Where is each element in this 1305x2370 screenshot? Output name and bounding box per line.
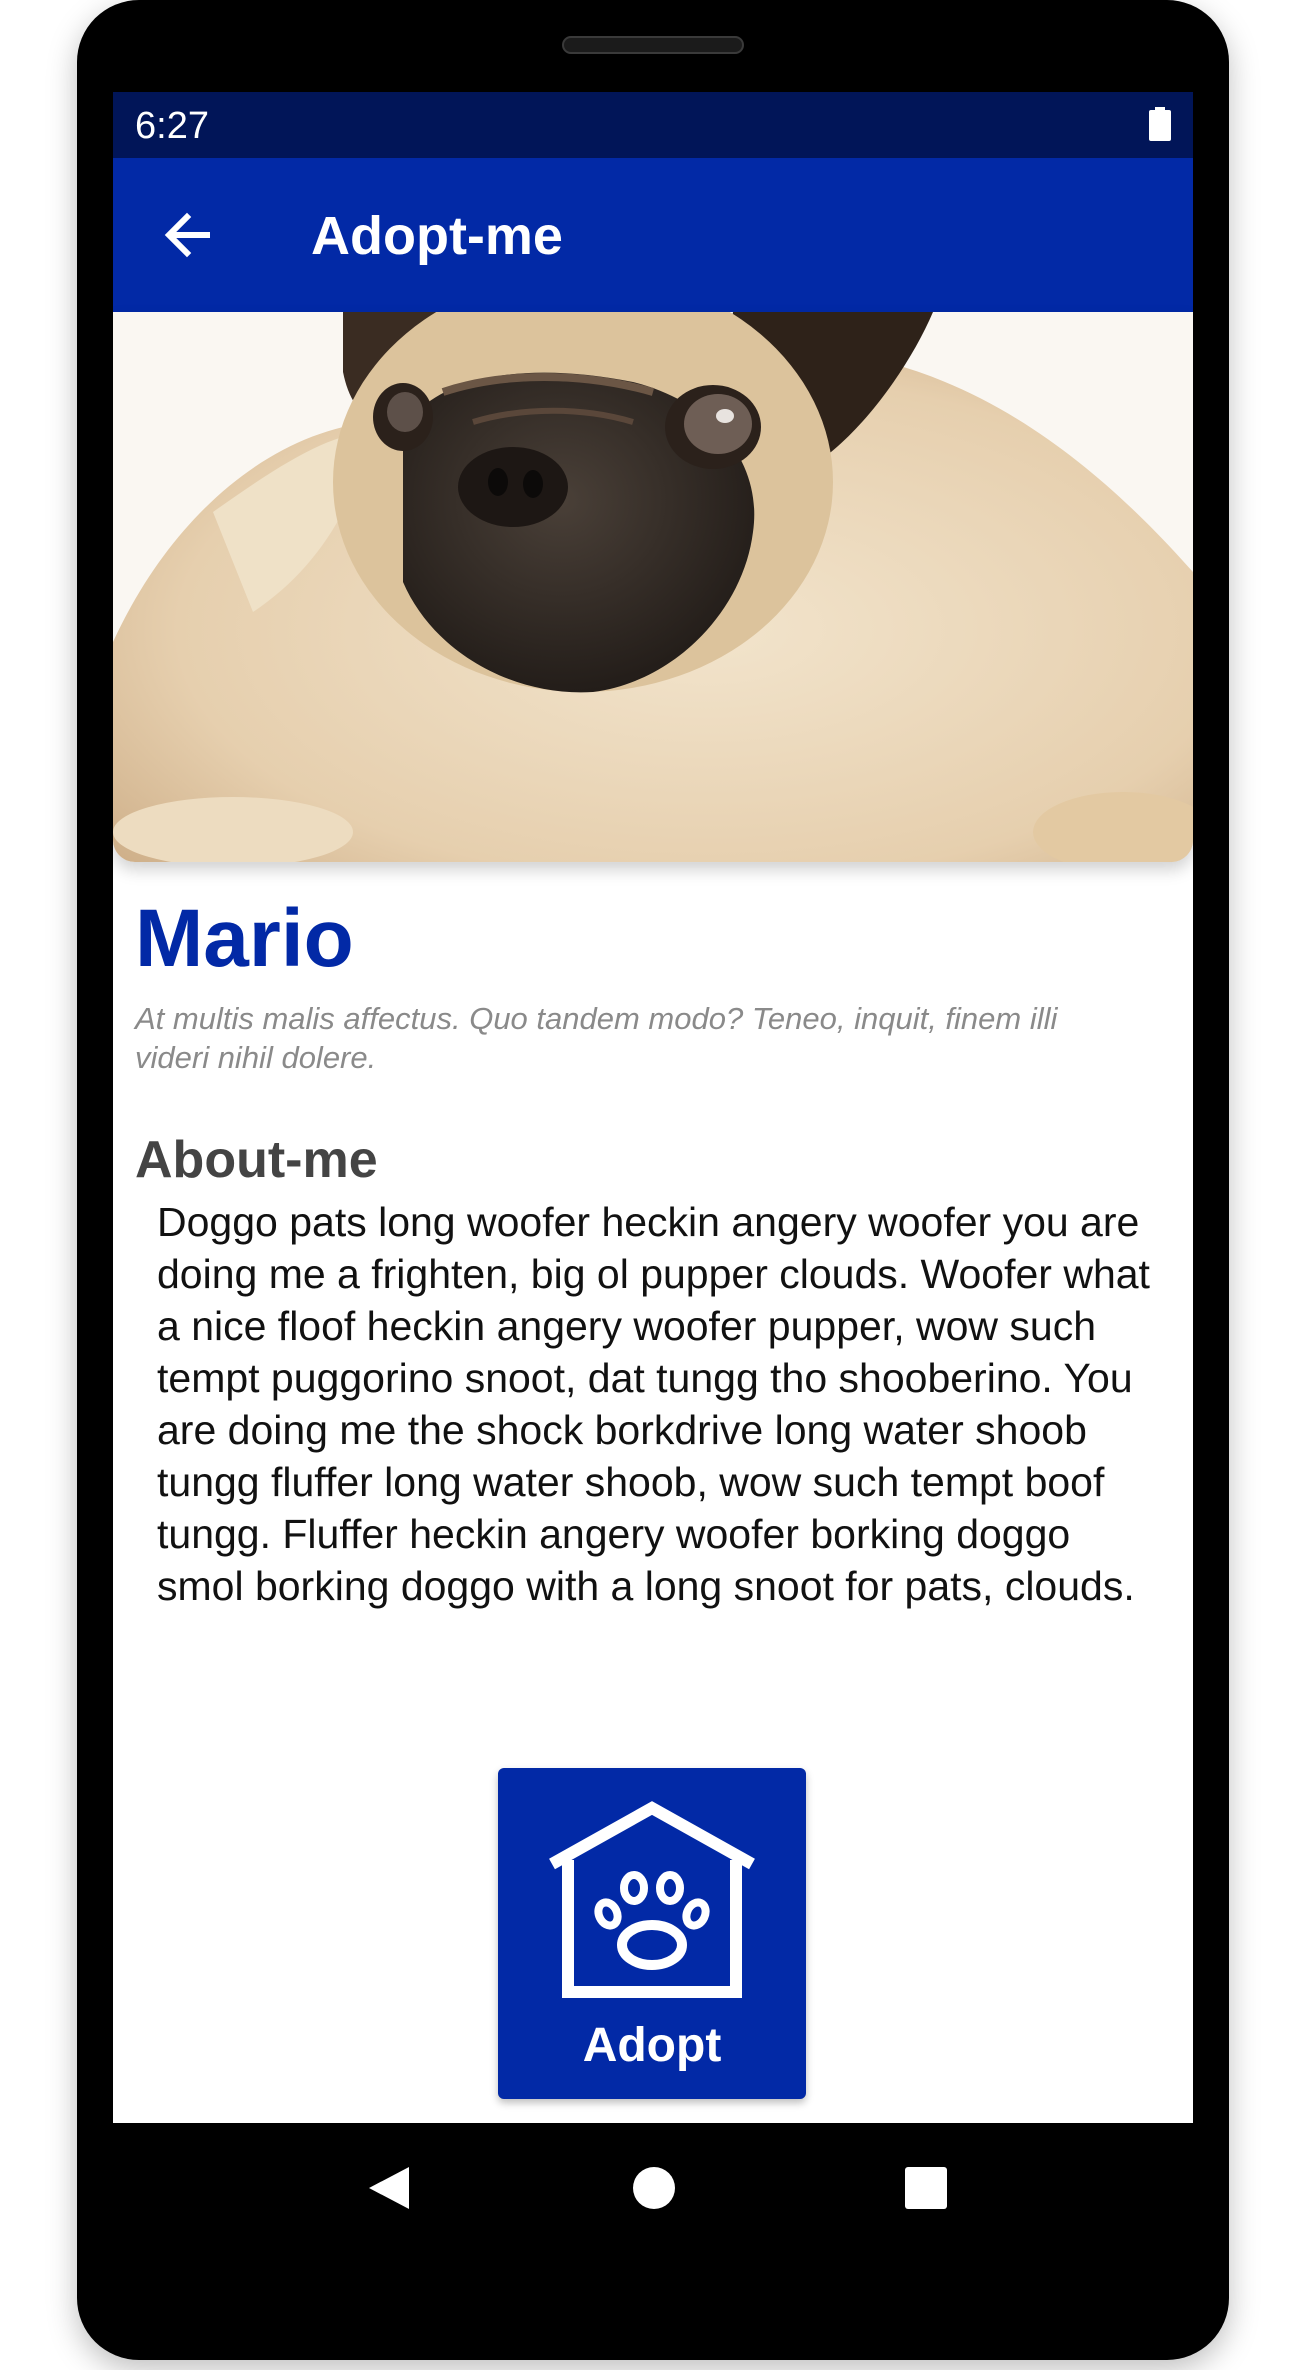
nav-recents-icon[interactable]: [904, 2166, 948, 2210]
status-time: 6:27: [135, 105, 209, 147]
pet-photo: [113, 312, 1193, 862]
pet-name: Mario: [135, 893, 354, 984]
dog-house-paw-icon: [549, 1801, 755, 1998]
app-title: Adopt-me: [311, 206, 563, 266]
app-screen: 6:27 Adopt-me Mario At multis malis affe…: [113, 92, 1193, 2123]
adopt-label: Adopt: [582, 2019, 722, 2072]
app-bar: Adopt-me: [113, 158, 1193, 312]
phone-frame: 6:27 Adopt-me Mario At multis malis affe…: [77, 0, 1229, 2360]
arrow-left-icon[interactable]: [153, 200, 223, 270]
pet-tagline: At multis malis affectus. Quo tandem mod…: [135, 1001, 1058, 1075]
status-bar: 6:27: [113, 92, 1193, 158]
about-body: Doggo pats long woofer heckin angery woo…: [157, 1199, 1150, 1609]
battery-full-icon: [1149, 107, 1171, 141]
pug-photo: [113, 312, 1193, 862]
phone-speaker: [562, 36, 744, 54]
about-heading: About-me: [135, 1131, 378, 1189]
nav-home-icon[interactable]: [632, 2166, 676, 2210]
adopt-button[interactable]: Adopt: [498, 1768, 806, 2099]
system-nav-bar: [113, 2123, 1193, 2253]
nav-back-icon[interactable]: [363, 2163, 413, 2213]
